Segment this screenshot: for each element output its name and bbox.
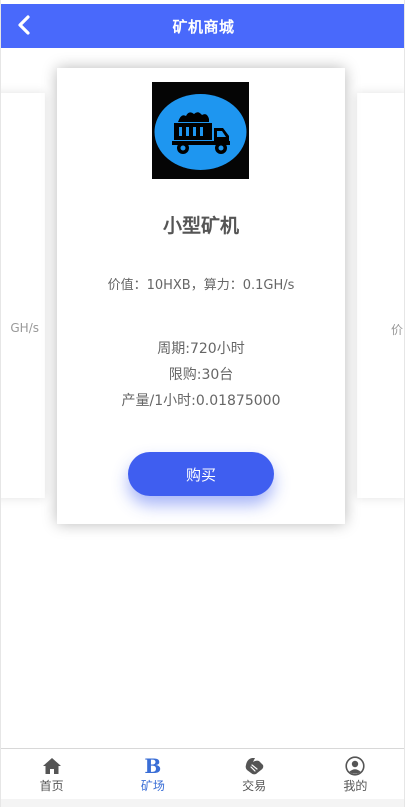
tab-trade[interactable]: 交易 [204, 749, 305, 799]
tab-mine-field-label: 矿场 [140, 779, 165, 793]
bottom-tab-bar: 首页 B 矿场 交易 我的 [1, 748, 404, 799]
product-title: 小型矿机 [162, 215, 239, 237]
buy-button[interactable]: 购买 [128, 452, 274, 496]
bottom-safe-area [1, 799, 404, 807]
user-icon [345, 756, 365, 776]
tab-profile-label: 我的 [343, 779, 368, 793]
product-period: 周期:720小时 [157, 341, 245, 357]
tab-trade-label: 交易 [242, 779, 267, 793]
prev-card-text: GH/s [10, 321, 39, 335]
product-card: 小型矿机 价值：10HXB，算力：0.1GH/s 周期:720小时 限购:30台… [57, 68, 345, 524]
page-title: 矿机商城 [172, 17, 235, 36]
product-value-line: 价值：10HXB，算力：0.1GH/s [107, 278, 295, 293]
home-icon [42, 758, 61, 774]
handshake-icon [245, 758, 264, 775]
b-icon: B [144, 754, 162, 778]
back-button[interactable] [9, 10, 39, 40]
tab-home[interactable]: 首页 [1, 749, 102, 799]
tab-home-label: 首页 [39, 779, 64, 793]
product-carousel[interactable]: GH/s 价 小型矿机 价值：10HXB，算力：0.1GH/s 周期:720小时… [1, 48, 404, 538]
dump-truck-icon [152, 82, 249, 179]
next-card-text: 价 [391, 323, 404, 337]
carousel-prev-card[interactable]: GH/s [1, 93, 45, 498]
chevron-left-icon [18, 15, 30, 35]
top-bar: 矿机商城 [1, 4, 404, 48]
product-output: 产量/1小时:0.01875000 [121, 393, 281, 409]
product-limit: 限购:30台 [168, 367, 234, 383]
tab-profile[interactable]: 我的 [305, 749, 404, 799]
app-screen: 矿机商城 GH/s 价 小型矿机 价值：10HXB，算力：0.1GH/s 周期:… [0, 0, 405, 807]
carousel-next-card[interactable]: 价 [357, 93, 404, 498]
product-logo [152, 82, 249, 179]
tab-mine-field[interactable]: B 矿场 [102, 749, 203, 799]
